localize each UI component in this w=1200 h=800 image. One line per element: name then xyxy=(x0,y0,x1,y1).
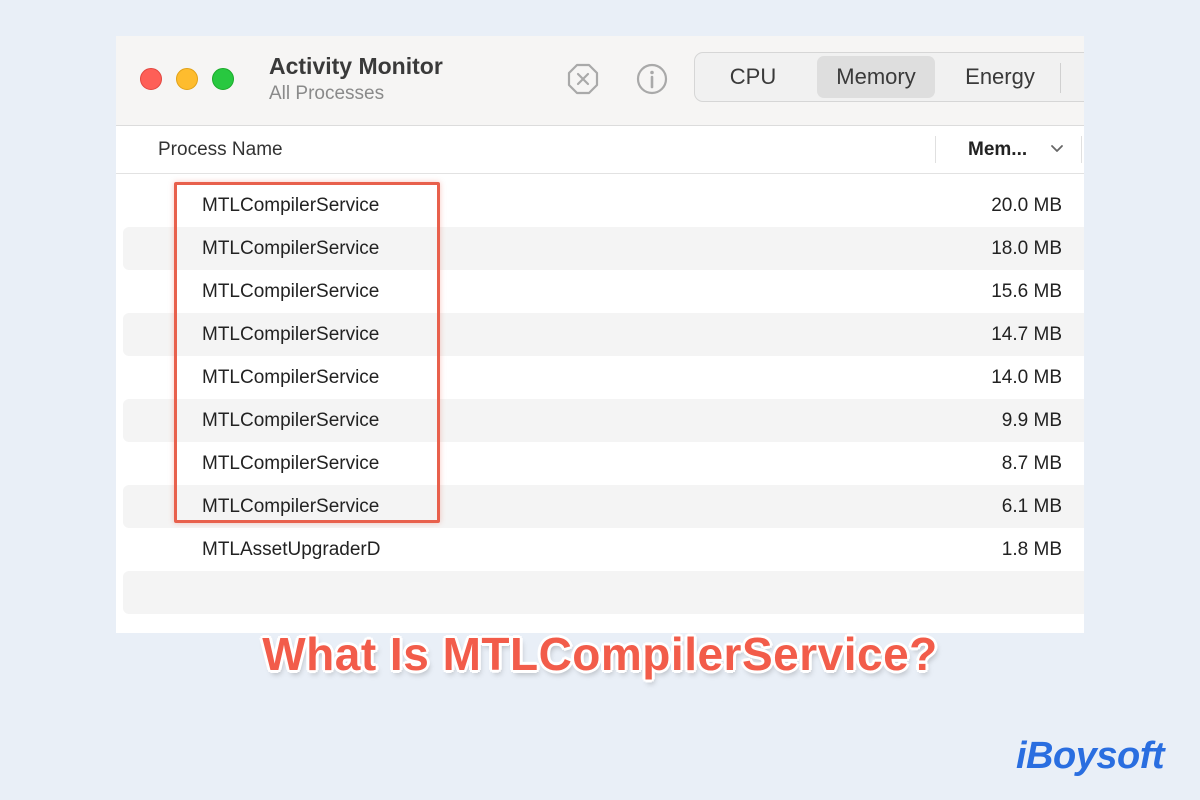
minimize-window-button[interactable] xyxy=(176,68,198,90)
view-tabs: CPU Memory Energy xyxy=(694,52,1084,102)
process-name: MTLAssetUpgraderD xyxy=(202,539,381,560)
column-header-process-name[interactable]: Process Name xyxy=(158,139,283,161)
headline-caption: What Is MTLCompilerService? xyxy=(262,628,938,680)
stop-process-icon[interactable] xyxy=(566,62,600,96)
process-memory: 6.1 MB xyxy=(1001,496,1062,517)
close-window-button[interactable] xyxy=(140,68,162,90)
process-memory: 1.8 MB xyxy=(1001,539,1062,560)
column-divider[interactable] xyxy=(935,136,936,163)
process-memory: 20.0 MB xyxy=(991,195,1062,216)
table-row[interactable]: MTLAssetUpgraderD 1.8 MB xyxy=(116,528,1084,571)
tab-memory[interactable]: Memory xyxy=(817,56,935,98)
column-divider[interactable] xyxy=(1081,136,1082,163)
process-memory: 8.7 MB xyxy=(1001,453,1062,474)
empty-table-row xyxy=(116,571,1084,614)
app-title: Activity Monitor xyxy=(269,53,443,79)
tab-cpu[interactable]: CPU xyxy=(703,56,803,98)
process-memory: 9.9 MB xyxy=(1001,410,1062,431)
column-header-memory[interactable]: Mem... xyxy=(968,139,1027,161)
info-icon[interactable] xyxy=(635,62,669,96)
maximize-window-button[interactable] xyxy=(212,68,234,90)
tab-divider xyxy=(1060,63,1061,93)
app-subtitle: All Processes xyxy=(269,83,385,104)
highlight-annotation-box xyxy=(174,182,440,523)
title-bar: Activity Monitor All Processes CPU Memor… xyxy=(116,36,1084,126)
process-memory: 15.6 MB xyxy=(991,281,1062,302)
chevron-down-icon[interactable] xyxy=(1050,144,1064,154)
table-header: Process Name Mem... xyxy=(116,126,1084,174)
tab-energy[interactable]: Energy xyxy=(945,56,1055,98)
brand-logo: iBoysoft xyxy=(1016,735,1165,777)
process-memory: 18.0 MB xyxy=(991,238,1062,259)
process-memory: 14.7 MB xyxy=(991,324,1062,345)
process-memory: 14.0 MB xyxy=(991,367,1062,388)
